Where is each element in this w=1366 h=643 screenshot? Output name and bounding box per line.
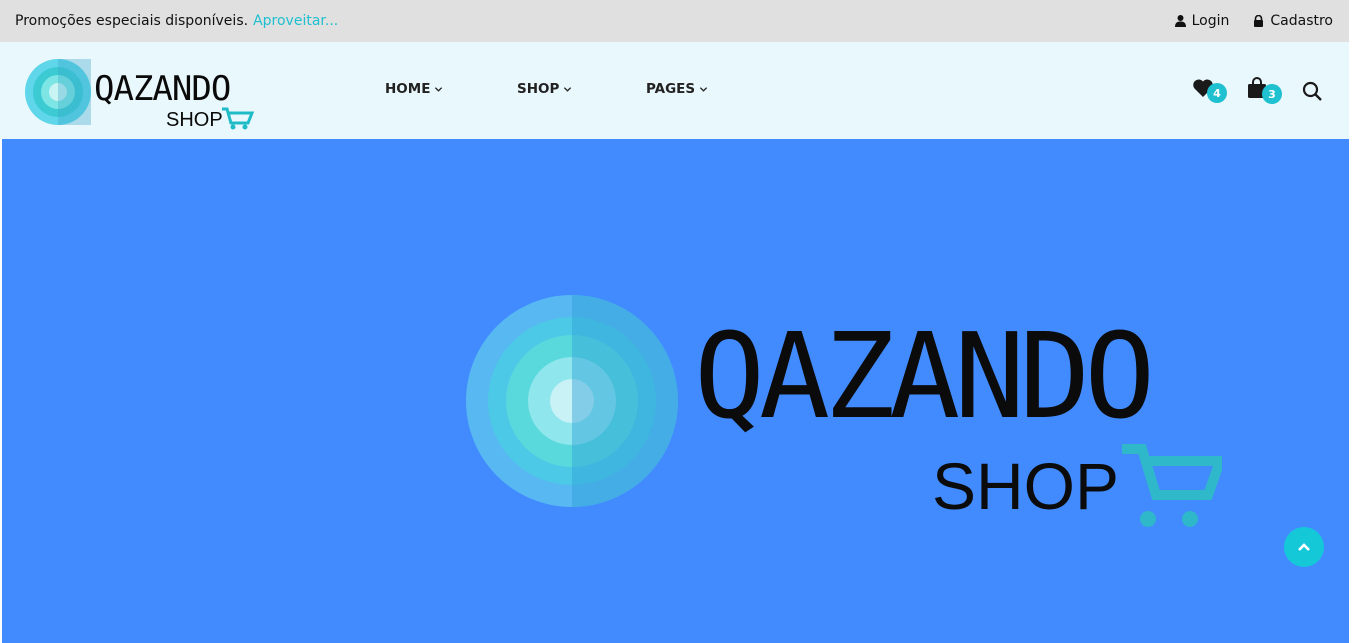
svg-text:SHOP: SHOP (932, 449, 1119, 523)
signup-link[interactable]: Cadastro (1253, 13, 1333, 29)
svg-text:QAZANDO: QAZANDO (694, 307, 1149, 445)
site-logo[interactable]: QAZANDO SHOP (24, 54, 256, 130)
promo-text: Promoções especiais disponíveis. (15, 13, 249, 29)
nav-home-label: HOME (385, 81, 431, 97)
svg-text:QAZANDO: QAZANDO (94, 69, 230, 109)
chevron-up-icon (1296, 539, 1312, 555)
cart-logo-icon (222, 107, 255, 130)
nav-home[interactable]: HOME (385, 81, 443, 97)
chevron-down-icon (434, 85, 443, 94)
wishlist-button[interactable]: 4 (1192, 78, 1227, 103)
back-to-top-button[interactable] (1284, 527, 1324, 567)
auth-links: Login Cadastro (1174, 13, 1333, 29)
cart-button[interactable]: 3 (1247, 77, 1282, 104)
top-bar: Promoções especiais disponíveis. Aprovei… (0, 0, 1349, 42)
cart-count-badge: 3 (1262, 84, 1282, 104)
search-button[interactable] (1302, 81, 1322, 101)
nav-shop[interactable]: SHOP (517, 81, 572, 97)
nav-pages-label: PAGES (646, 81, 696, 97)
wishlist-count-badge: 4 (1207, 83, 1227, 103)
nav-shop-label: SHOP (517, 81, 560, 97)
user-icon (1174, 15, 1186, 27)
main-header: QAZANDO SHOP HOME SHOP PAGES 4 3 (0, 42, 1349, 139)
search-icon (1302, 81, 1322, 101)
nav-pages[interactable]: PAGES (646, 81, 708, 97)
chevron-down-icon (699, 85, 708, 94)
svg-text:SHOP: SHOP (166, 109, 223, 130)
hero-logo: QAZANDO SHOP (462, 289, 1222, 529)
header-actions: 4 3 (1169, 42, 1349, 139)
login-label: Login (1191, 13, 1230, 29)
hero-banner: QAZANDO SHOP (2, 139, 1349, 643)
login-link[interactable]: Login (1174, 13, 1230, 29)
page-scrollbar[interactable] (1349, 0, 1366, 643)
cart-logo-icon (1122, 444, 1222, 527)
promo-banner: Promoções especiais disponíveis. Aprovei… (15, 13, 338, 29)
signup-label: Cadastro (1270, 13, 1333, 29)
promo-link[interactable]: Aproveitar... (253, 13, 338, 29)
lock-icon (1253, 15, 1264, 27)
chevron-down-icon (563, 85, 572, 94)
